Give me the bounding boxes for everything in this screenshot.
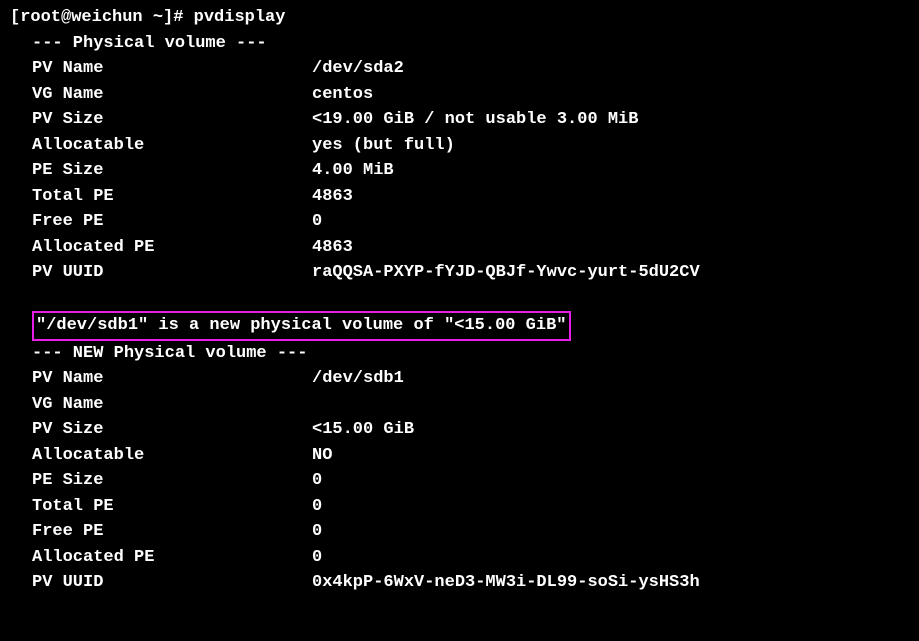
pv2-fields: PV Name/dev/sdb1VG NamePV Size<15.00 GiB… [10,366,909,596]
field-value [312,392,909,418]
field-row: Allocated PE4863 [10,235,909,261]
pv1-fields: PV Name/dev/sda2VG NamecentosPV Size<19.… [10,56,909,286]
field-row: PV Size<19.00 GiB / not usable 3.00 MiB [10,107,909,133]
field-label: Allocated PE [10,545,312,571]
field-value: raQQSA-PXYP-fYJD-QBJf-Ywvc-yurt-5dU2CV [312,260,909,286]
field-row: VG Name [10,392,909,418]
field-value: 0 [312,468,909,494]
field-value: <15.00 GiB [312,417,909,443]
field-label: Free PE [10,209,312,235]
highlighted-message: "/dev/sdb1" is a new physical volume of … [32,311,571,341]
field-row: Allocatableyes (but full) [10,133,909,159]
field-row: PE Size0 [10,468,909,494]
field-label: PV Size [10,107,312,133]
field-row: Allocated PE0 [10,545,909,571]
field-row: PV Name/dev/sdb1 [10,366,909,392]
field-value: /dev/sda2 [312,56,909,82]
field-label: Total PE [10,184,312,210]
field-label: PV UUID [10,570,312,596]
field-label: Allocatable [10,443,312,469]
pv-header: --- Physical volume --- [10,31,909,57]
field-label: PV Size [10,417,312,443]
field-label: PV UUID [10,260,312,286]
field-row: PV UUIDraQQSA-PXYP-fYJD-QBJf-Ywvc-yurt-5… [10,260,909,286]
field-label: Free PE [10,519,312,545]
field-value: 0 [312,209,909,235]
field-label: Allocatable [10,133,312,159]
field-label: Total PE [10,494,312,520]
field-value: 4863 [312,184,909,210]
field-value: 0 [312,519,909,545]
field-value: <19.00 GiB / not usable 3.00 MiB [312,107,909,133]
terminal-line: [root@weichun ~]# pvdisplay [10,5,909,31]
field-label: VG Name [10,82,312,108]
pv-header-new: --- NEW Physical volume --- [10,341,909,367]
field-row: PV Name/dev/sda2 [10,56,909,82]
field-label: PE Size [10,468,312,494]
command-text: pvdisplay [194,8,286,27]
blank-line [10,286,909,312]
field-value: 0 [312,545,909,571]
field-row: PE Size4.00 MiB [10,158,909,184]
field-label: PV Name [10,56,312,82]
field-value: 0 [312,494,909,520]
field-row: AllocatableNO [10,443,909,469]
field-value: yes (but full) [312,133,909,159]
field-value: 4863 [312,235,909,261]
field-row: Total PE4863 [10,184,909,210]
field-row: Total PE0 [10,494,909,520]
field-row: VG Namecentos [10,82,909,108]
shell-prompt: [root@weichun ~]# [10,8,194,27]
field-row: Free PE0 [10,519,909,545]
field-value: NO [312,443,909,469]
highlighted-message-line: "/dev/sdb1" is a new physical volume of … [10,311,909,341]
field-label: PV Name [10,366,312,392]
field-value: /dev/sdb1 [312,366,909,392]
field-row: PV UUID0x4kpP-6WxV-neD3-MW3i-DL99-soSi-y… [10,570,909,596]
field-value: 0x4kpP-6WxV-neD3-MW3i-DL99-soSi-ysHS3h [312,570,909,596]
field-label: Allocated PE [10,235,312,261]
field-label: VG Name [10,392,312,418]
field-label: PE Size [10,158,312,184]
field-row: PV Size<15.00 GiB [10,417,909,443]
field-row: Free PE0 [10,209,909,235]
field-value: centos [312,82,909,108]
field-value: 4.00 MiB [312,158,909,184]
